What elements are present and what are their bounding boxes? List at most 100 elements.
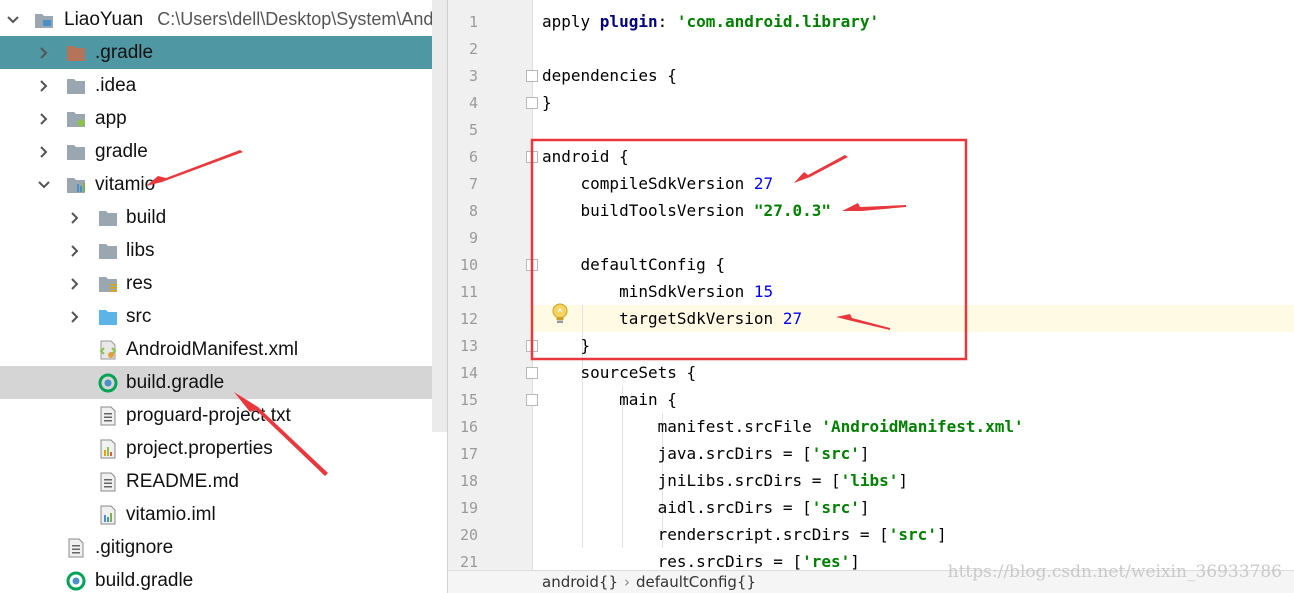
line-number: 10 xyxy=(459,256,478,274)
tree-item[interactable]: .idea xyxy=(0,69,447,102)
code-token: compileSdkVersion xyxy=(542,174,754,193)
tree-item-label: AndroidManifest.xml xyxy=(126,338,299,360)
tree-item[interactable]: build.gradle xyxy=(0,366,447,399)
tree-root-row[interactable]: LiaoYuan C:\Users\dell\Desktop\System\And… xyxy=(0,3,447,36)
line-number: 21 xyxy=(459,553,478,571)
code-token: apply xyxy=(542,12,600,31)
fold-marker-icon[interactable] xyxy=(526,151,538,163)
project-tree-panel: LiaoYuan C:\Users\dell\Desktop\System\And… xyxy=(0,0,447,593)
tree-item-label: build.gradle xyxy=(95,569,194,591)
line-number: 14 xyxy=(459,364,478,382)
line-number: 4 xyxy=(468,94,478,112)
code-token: 'src' xyxy=(811,498,860,517)
code-token: defaultConfig { xyxy=(542,255,726,274)
code-line[interactable]: buildToolsVersion "27.0.3" xyxy=(542,197,831,224)
chevron-right-icon[interactable] xyxy=(67,309,83,325)
code-line[interactable]: main { xyxy=(542,386,677,413)
chevron-right-icon[interactable] xyxy=(36,111,52,127)
code-token: 'res' xyxy=(802,552,851,571)
tree-item[interactable]: app xyxy=(0,102,447,135)
chevron-right-icon[interactable] xyxy=(67,243,83,259)
tree-item[interactable]: build xyxy=(0,201,447,234)
code-token: 27 xyxy=(782,309,803,328)
code-token: buildToolsVersion xyxy=(542,201,754,220)
code-line[interactable]: minSdkVersion 15 xyxy=(542,278,773,305)
chevron-right-icon[interactable] xyxy=(36,78,52,94)
folder-icon xyxy=(66,142,86,162)
fold-marker-icon[interactable] xyxy=(526,340,538,352)
code-line[interactable]: renderscript.srcDirs = ['src'] xyxy=(542,521,947,548)
tree-item[interactable]: .gitignore xyxy=(0,531,447,564)
folder-orange-icon xyxy=(66,43,86,63)
line-number: 16 xyxy=(459,418,478,436)
tree-item-label: res xyxy=(126,272,153,294)
line-number: 7 xyxy=(468,175,478,193)
tree-item[interactable]: README.md xyxy=(0,465,447,498)
text-file-icon xyxy=(98,406,118,426)
code-token: minSdkVersion xyxy=(542,282,754,301)
code-editor[interactable]: 1 2 3 4 5 6 7 8 9 10 11 12 13 14 15 16 17 18 19 20 21 apply … xyxy=(447,0,1294,593)
tree-item[interactable]: build.gradle xyxy=(0,564,447,593)
chevron-right-icon[interactable] xyxy=(36,144,52,160)
fold-marker-icon[interactable] xyxy=(526,367,538,379)
code-line[interactable]: sourceSets { xyxy=(542,359,697,386)
tree-item[interactable]: vitamio xyxy=(0,168,447,201)
tree-item-label: app xyxy=(95,107,127,129)
line-number: 19 xyxy=(459,499,478,517)
tree-item-label: proguard-project.txt xyxy=(126,404,291,426)
code-token: ] xyxy=(936,525,947,544)
code-token: plugin xyxy=(599,12,658,31)
line-number: 20 xyxy=(459,526,478,544)
tree-item[interactable]: gradle xyxy=(0,135,447,168)
chevron-right-icon[interactable] xyxy=(67,276,83,292)
fold-marker-icon[interactable] xyxy=(526,394,538,406)
fold-marker-icon[interactable] xyxy=(526,97,538,109)
tree-item-label: vitamio xyxy=(95,173,156,195)
chevron-down-icon[interactable] xyxy=(36,177,52,193)
code-token: jniLibs.srcDirs = [ xyxy=(542,471,841,490)
code-line[interactable]: targetSdkVersion 27 xyxy=(542,305,802,332)
code-line[interactable]: } xyxy=(542,89,552,116)
code-token: ] xyxy=(898,471,909,490)
code-line[interactable]: aidl.srcDirs = ['src'] xyxy=(542,494,870,521)
lightbulb-icon[interactable] xyxy=(550,302,570,331)
code-token: ] xyxy=(859,498,870,517)
code-token: main { xyxy=(542,390,677,409)
chevron-down-icon[interactable] xyxy=(5,12,21,28)
tree-item[interactable]: libs xyxy=(0,234,447,267)
fold-marker-icon[interactable] xyxy=(526,259,538,271)
folder-icon xyxy=(98,241,118,261)
tree-item-label: libs xyxy=(126,239,155,261)
tree-scrollbar[interactable] xyxy=(432,0,447,432)
code-line[interactable]: defaultConfig { xyxy=(542,251,726,278)
tree-item[interactable]: .gradle xyxy=(0,36,447,69)
code-token: 'AndroidManifest.xml' xyxy=(821,417,1024,436)
line-number: 8 xyxy=(468,202,478,220)
chevron-right-icon[interactable] xyxy=(67,210,83,226)
tree-item[interactable]: res xyxy=(0,267,447,300)
line-number: 17 xyxy=(459,445,478,463)
module-file-icon xyxy=(98,505,118,525)
code-line[interactable]: } xyxy=(542,332,591,359)
breadcrumb-item[interactable]: defaultConfig{} xyxy=(636,573,756,591)
tree-item[interactable]: src xyxy=(0,300,447,333)
line-number: 6 xyxy=(468,148,478,166)
tree-item[interactable]: AndroidManifest.xml xyxy=(0,333,447,366)
code-line[interactable]: compileSdkVersion 27 xyxy=(542,170,774,197)
code-line[interactable]: dependencies { xyxy=(542,62,677,89)
tree-item[interactable]: vitamio.iml xyxy=(0,498,447,531)
code-token: renderscript.srcDirs = [ xyxy=(542,525,889,544)
code-line[interactable]: apply plugin: 'com.android.library' xyxy=(542,8,879,35)
breadcrumb-item[interactable]: android{} xyxy=(542,573,618,591)
source-folder-icon xyxy=(98,307,118,327)
code-token: aidl.srcDirs = [ xyxy=(542,498,812,517)
tree-item[interactable]: project.properties xyxy=(0,432,447,465)
code-token: ] xyxy=(859,444,870,463)
chevron-right-icon[interactable] xyxy=(36,45,52,61)
fold-marker-icon[interactable] xyxy=(526,70,538,82)
code-line[interactable]: manifest.srcFile 'AndroidManifest.xml' xyxy=(542,413,1024,440)
code-line[interactable]: java.srcDirs = ['src'] xyxy=(542,440,870,467)
code-line[interactable]: jniLibs.srcDirs = ['libs'] xyxy=(542,467,908,494)
tree-item[interactable]: proguard-project.txt xyxy=(0,399,447,432)
code-line[interactable]: android { xyxy=(542,143,629,170)
